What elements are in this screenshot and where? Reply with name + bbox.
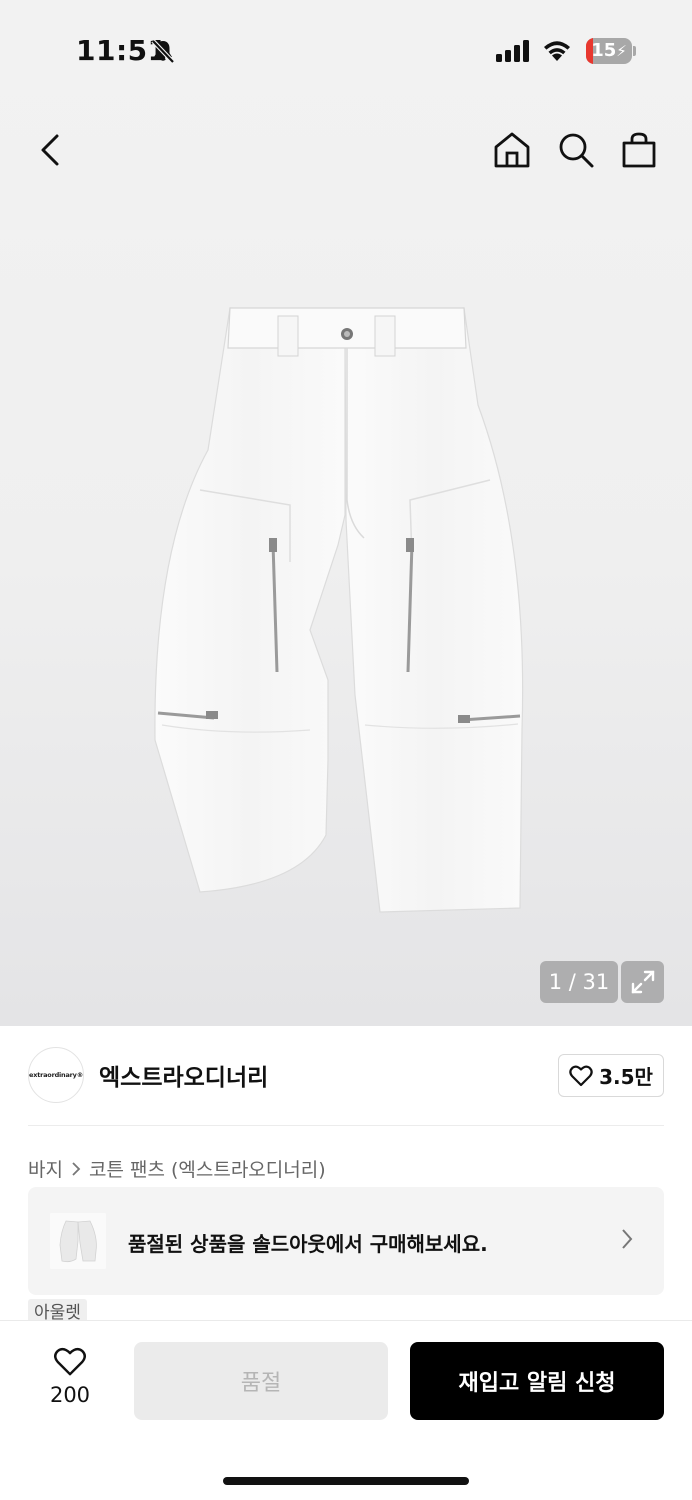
soldout-banner[interactable]: 품절된 상품을 솔드아웃에서 구매해보세요.: [28, 1187, 664, 1295]
product-like-button[interactable]: 200: [30, 1347, 110, 1407]
heart-icon: [54, 1347, 86, 1376]
shopping-bag-icon[interactable]: [618, 128, 660, 172]
breadcrumb: 바지 코튼 팬츠 (엑스트라오디너리): [28, 1155, 326, 1182]
product-image-gallery[interactable]: 11:51 15⚡ 1 / 31: [0, 0, 692, 1026]
wifi-icon: [541, 38, 573, 66]
chevron-right-icon: [72, 1161, 81, 1176]
brand-like-button[interactable]: 3.5만: [558, 1054, 664, 1097]
chevron-right-icon: [620, 1227, 634, 1255]
bottom-action-bar: 200 품절 재입고 알림 신청: [0, 1320, 692, 1500]
brand-like-count: 3.5만: [599, 1065, 653, 1089]
breadcrumb-product[interactable]: 코튼 팬츠 (엑스트라오디너리): [89, 1155, 326, 1182]
breadcrumb-category[interactable]: 바지: [28, 1155, 63, 1182]
brand-logo-text: extraordinary®: [29, 1071, 84, 1079]
heart-icon: [569, 1064, 593, 1086]
battery-cap: [633, 46, 636, 56]
soldout-banner-text: 품절된 상품을 솔드아웃에서 구매해보세요.: [128, 1232, 488, 1256]
back-icon[interactable]: [30, 128, 70, 172]
restock-alert-button[interactable]: 재입고 알림 신청: [410, 1342, 664, 1420]
battery-icon: 15⚡: [586, 38, 632, 64]
soldout-button: 품절: [134, 1342, 388, 1420]
bell-off-icon: [150, 38, 176, 68]
product-like-count: 200: [49, 1383, 91, 1407]
expand-icon[interactable]: [621, 961, 664, 1003]
divider: [28, 1125, 664, 1126]
status-bar: 11:51 15⚡: [0, 0, 692, 100]
home-indicator[interactable]: [223, 1477, 469, 1485]
signal-icon: [496, 40, 532, 66]
soldout-product-thumbnail: [50, 1213, 106, 1269]
home-icon[interactable]: [491, 128, 533, 172]
search-icon[interactable]: [555, 128, 597, 172]
brand-name[interactable]: 엑스트라오디너리: [99, 1058, 268, 1092]
image-counter: 1 / 31: [540, 961, 618, 1003]
battery-level: 15⚡: [591, 40, 627, 61]
product-photo[interactable]: [150, 300, 540, 930]
brand-logo[interactable]: extraordinary®: [28, 1047, 84, 1103]
